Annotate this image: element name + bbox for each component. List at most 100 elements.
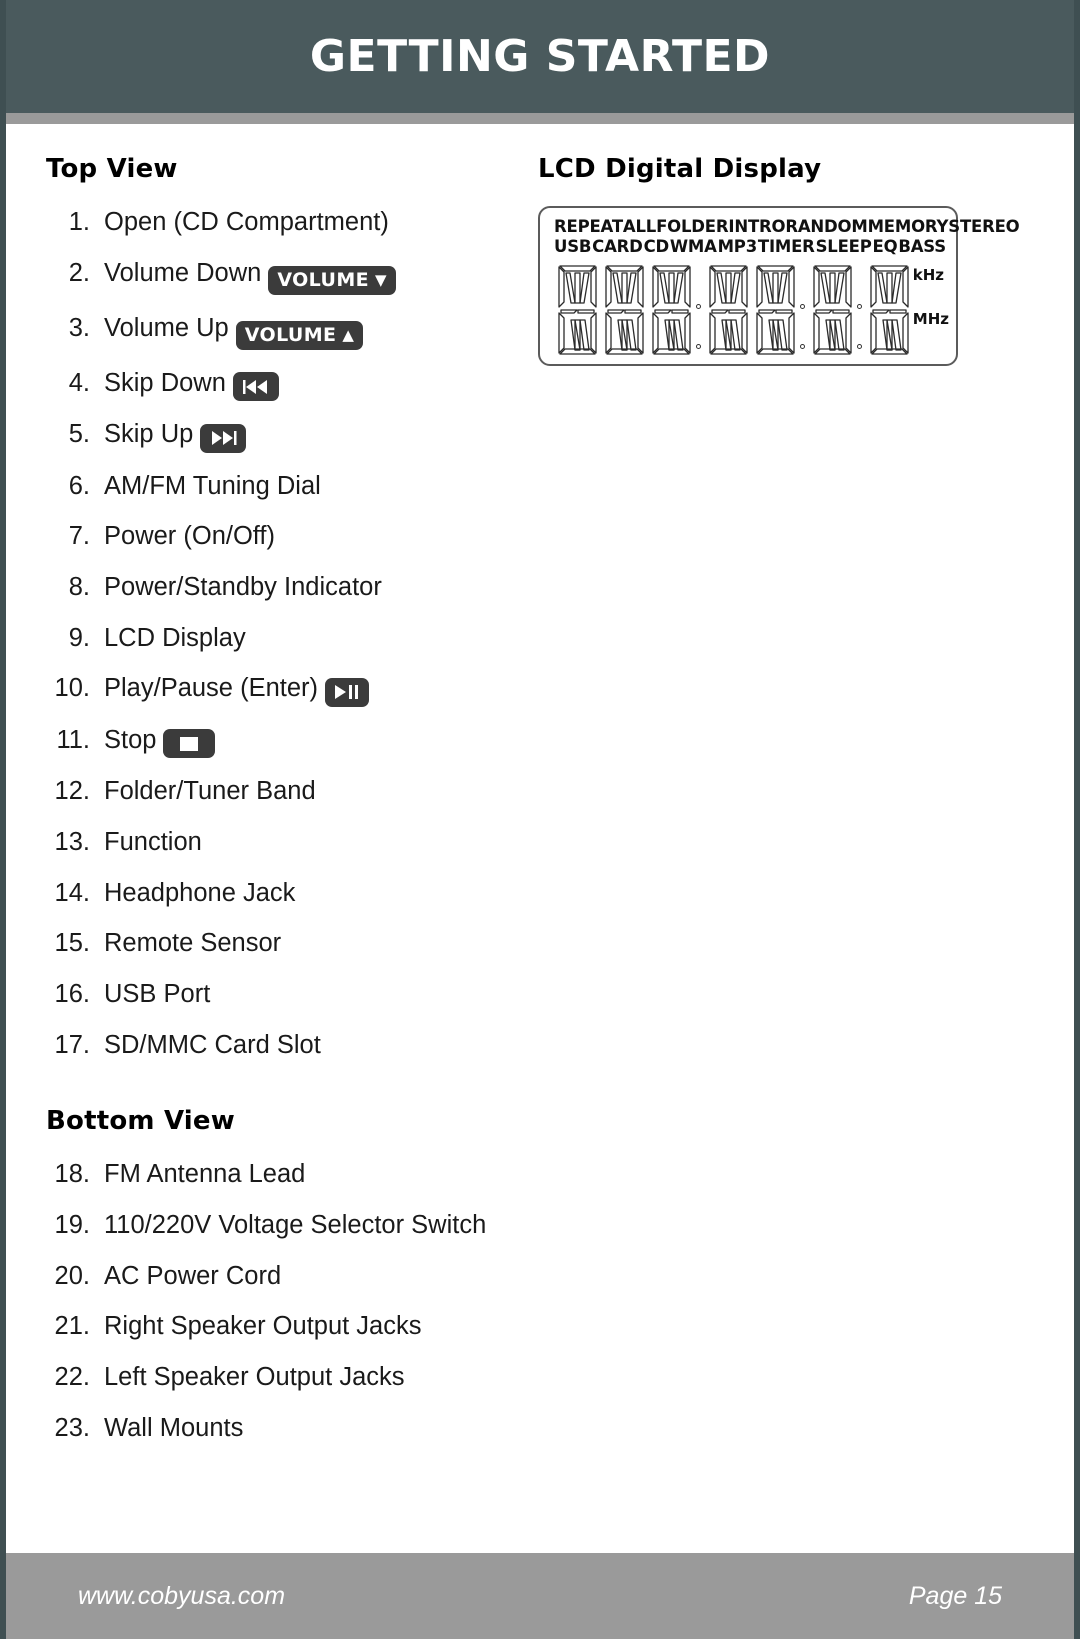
list-item-label: Wall Mounts	[104, 1413, 244, 1442]
list-item-label: Skip Down	[104, 368, 226, 397]
list-item-text: Volume Up VOLUME ▲	[104, 312, 516, 350]
list-item-number: 20.	[54, 1261, 90, 1290]
unit-mhz: MHz	[912, 310, 949, 328]
list-item-label: LCD Display	[104, 623, 246, 652]
page-footer: www.cobyusa.com Page 15	[6, 1553, 1074, 1639]
triangle-up-icon: ▲	[342, 325, 355, 344]
list-item: 18. FM Antenna Lead	[46, 1158, 516, 1192]
play-pause-icon	[325, 677, 370, 707]
lcd-digit-6	[809, 263, 856, 361]
two-column-layout: Top View 1. Open (CD Compartment) 2. Volume…	[46, 154, 1034, 1462]
volume-key-label: VOLUME	[244, 323, 337, 346]
list-item: 21. Right Speaker Output Jacks	[46, 1310, 516, 1344]
footer-page-number: Page 15	[908, 1581, 1002, 1610]
list-item-text: Remote Sensor	[104, 927, 516, 961]
list-item-text: AC Power Cord	[104, 1260, 516, 1294]
list-item: 4. Skip Down	[46, 367, 516, 402]
list-item-number: 7.	[68, 522, 90, 551]
list-item-number: 9.	[68, 623, 90, 652]
list-item-text: SD/MMC Card Slot	[104, 1029, 516, 1063]
lcd-digital-display-diagram: REPEAT ALL FOLDER INTRO RANDOM MEMORY STEREO U…	[538, 206, 1020, 366]
list-item-text: Right Speaker Output Jacks	[104, 1310, 516, 1344]
list-item-label: Function	[104, 828, 202, 857]
list-item-label: 110/220V Voltage Selector Switch	[104, 1210, 487, 1239]
list-item-number: 22.	[54, 1362, 90, 1391]
skip-forward-icon	[200, 423, 247, 453]
list-item-text: Stop	[104, 724, 516, 759]
list-item-text: Skip Up	[104, 418, 516, 453]
skip-back-icon	[232, 372, 279, 402]
list-item-label: Open (CD Compartment)	[104, 208, 389, 236]
list-item-text: LCD Display	[104, 622, 516, 656]
lcd-indicator-bass: BASS	[898, 237, 946, 256]
lcd-indicator-random: RANDOM	[785, 217, 868, 236]
list-item-number: 13.	[54, 828, 90, 857]
list-item-number: 3.	[68, 313, 90, 342]
list-item: 19. 110/220V Voltage Selector Switch	[46, 1209, 516, 1243]
lcd-indicator-memory: MEMORY	[867, 217, 949, 236]
list-item: 16. USB Port	[46, 978, 516, 1012]
list-item-label: Folder/Tuner Band	[104, 777, 316, 806]
list-item-text: 110/220V Voltage Selector Switch	[104, 1209, 516, 1243]
list-item-number: 15.	[54, 929, 90, 958]
list-item-number: 14.	[54, 878, 90, 907]
lcd-digit-4	[705, 263, 752, 361]
list-item-number: 21.	[54, 1312, 90, 1341]
lcd-frequency-units: kHz MHz	[913, 268, 949, 327]
list-item-number: 23.	[54, 1413, 90, 1442]
heading-top-view: Top View	[46, 154, 178, 184]
list-item-label: Volume Down	[104, 258, 262, 287]
header-divider	[6, 113, 1074, 124]
heading-lcd-display: LCD Digital Display	[538, 154, 822, 184]
list-item-text: USB Port	[104, 978, 516, 1012]
top-view-list: 1. Open (CD Compartment) 2. Volume Down VOLU…	[46, 206, 516, 1062]
list-item-label: Skip Up	[104, 420, 194, 449]
list-item-text: Power/Standby Indicator	[104, 571, 516, 605]
list-item: 15. Remote Sensor	[46, 927, 516, 961]
list-item-label: Play/Pause (Enter)	[104, 674, 319, 703]
list-item-number: 10.	[54, 674, 90, 703]
list-item: 6. AM/FM Tuning Dial	[46, 470, 516, 504]
list-item-text: Headphone Jack	[104, 877, 516, 911]
list-item-text: Power (On/Off)	[104, 520, 516, 554]
lcd-indicator-folder: FOLDER	[656, 217, 729, 236]
list-item: 3. Volume Up VOLUME ▲	[46, 312, 516, 350]
lcd-indicator-usb: USB	[554, 237, 592, 256]
list-item-text: Wall Mounts	[104, 1412, 516, 1446]
lcd-indicator-card: CARD	[592, 237, 643, 256]
list-item-text: FM Antenna Lead	[104, 1158, 516, 1192]
page-header: GETTING STARTED	[6, 0, 1074, 113]
lcd-indicator-row-2: USB CARD CD WMA MP3 TIMER SLEEP EQ BASS	[554, 237, 946, 256]
list-item-label: Headphone Jack	[104, 878, 296, 907]
list-item: 2. Volume Down VOLUME ▼	[46, 257, 516, 295]
lcd-indicator-timer: TIMER	[757, 237, 815, 256]
list-item-text: Folder/Tuner Band	[104, 775, 516, 809]
heading-bottom-view: Bottom View	[46, 1106, 235, 1137]
list-item-number: 17.	[54, 1030, 90, 1059]
list-item-number: 8.	[68, 573, 90, 602]
stop-icon	[163, 729, 216, 759]
lcd-indicator-mp3: MP3	[717, 237, 758, 256]
lcd-indicator-eq: EQ	[872, 237, 898, 256]
list-item-text: Volume Down VOLUME ▼	[104, 257, 516, 295]
footer-website: www.cobyusa.com	[78, 1581, 286, 1610]
manual-page: GETTING STARTED Top View 1. Open (CD Comp…	[0, 0, 1080, 1639]
list-item-number: 19.	[54, 1210, 90, 1239]
lcd-indicator-sleep: SLEEP	[815, 237, 872, 256]
list-item: 22. Left Speaker Output Jacks	[46, 1361, 516, 1395]
volume-up-key-badge: VOLUME ▲	[235, 320, 364, 350]
list-item-number: 6.	[68, 471, 90, 500]
list-item-label: AM/FM Tuning Dial	[104, 471, 321, 500]
list-item: 20. AC Power Cord	[46, 1260, 516, 1294]
list-item-label: AC Power Cord	[104, 1261, 282, 1290]
list-item: 8. Power/Standby Indicator	[46, 571, 516, 605]
list-item: 9. LCD Display	[46, 622, 516, 656]
list-item: 23. Wall Mounts	[46, 1412, 516, 1446]
page-title: GETTING STARTED	[309, 31, 771, 82]
left-column: Top View 1. Open (CD Compartment) 2. Volume…	[46, 154, 516, 1462]
page-content: Top View 1. Open (CD Compartment) 2. Volume…	[6, 124, 1074, 1639]
lcd-indicator-row-1: REPEAT ALL FOLDER INTRO RANDOM MEMORY STEREO	[554, 217, 1020, 236]
lcd-diagram-wrap: REPEAT ALL FOLDER INTRO RANDOM MEMORY STEREO U…	[538, 206, 1034, 366]
list-item-number: 12.	[54, 777, 90, 806]
list-item: 17. SD/MMC Card Slot	[46, 1029, 516, 1063]
